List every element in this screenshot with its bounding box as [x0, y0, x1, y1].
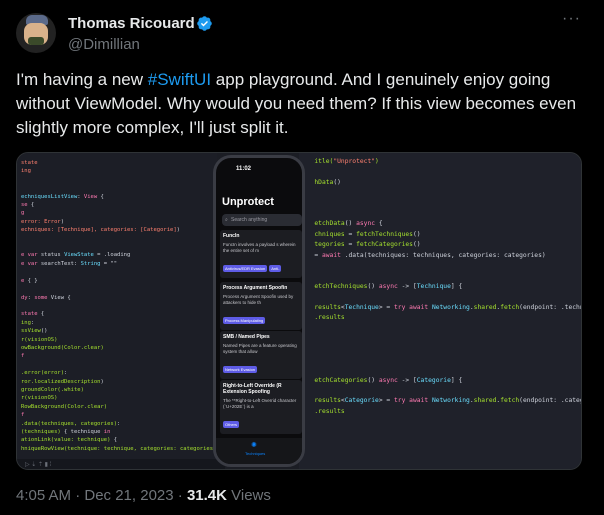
app-title: Unprotect [222, 196, 274, 208]
code-right: itle("Unprotect") hData() etchData() asy… [314, 158, 581, 415]
xcode-right-pane: itle("Unprotect") hData() etchData() asy… [299, 153, 581, 469]
list-item-desc: FuncIn involves a payload s wherein the … [223, 242, 296, 253]
avatar-badge [28, 37, 44, 45]
tweet-metadata: 4:05 AM · Dec 21, 2023 · 31.4K Views [16, 487, 271, 504]
list-item[interactable]: Process Argument Spoofin Process Argumen… [220, 282, 302, 330]
tweet-timestamp[interactable]: 4:05 AM · Dec 21, 2023 · [16, 487, 187, 504]
tweet-text: I'm having a new #SwiftUI app playground… [16, 68, 588, 140]
list-item-desc: Named Pipes are a feature operating syst… [223, 343, 297, 354]
tweet-text-before: I'm having a new [16, 70, 148, 89]
search-placeholder: Search anything [231, 217, 268, 223]
list-item-heading: SMB / Named Pipes [223, 334, 270, 340]
views-count: 31.4K [186, 487, 227, 504]
tag-chip[interactable]: Antivirus/EDR Evasion [223, 265, 268, 272]
search-field[interactable]: ⌕ Search anything [222, 214, 302, 226]
tag-chip[interactable]: Anti- [269, 265, 282, 272]
list-item[interactable]: SMB / Named Pipes Named Pipes are a feat… [220, 331, 302, 379]
code-left: state ing echniquesListView: View { se {… [21, 160, 217, 469]
author-handle[interactable]: @Dimillian [68, 36, 140, 53]
tweet-media-screenshot[interactable]: state ing echniquesListView: View { se {… [16, 152, 582, 470]
list-item-desc: The **Right-to-Left Overrid character (`… [223, 398, 297, 409]
list-item-desc: Process Argument Spoofin used by attacke… [223, 294, 294, 305]
debug-toolbar: ▷ ⇣ ⇡ ▮ ⁞ [17, 459, 225, 469]
list-item-heading: Process Argument Spoofin [223, 285, 288, 291]
list-item[interactable]: Right-to-Left Override (R Extension Spoo… [220, 380, 302, 434]
iphone-simulator: 11:02 Unprotect ⌕ Search anything FuncIn… [213, 155, 305, 467]
xcode-left-pane: state ing echniquesListView: View { se {… [17, 153, 225, 469]
tab-bar: ✺ Techniques [216, 438, 302, 464]
hashtag-link[interactable]: #SwiftUI [148, 70, 211, 89]
avatar[interactable] [16, 13, 56, 53]
tag-chip[interactable]: Network Evasion [223, 366, 258, 373]
techniques-tab-icon[interactable]: ✺ [251, 441, 257, 449]
list-item-heading: FuncIn [223, 233, 240, 239]
tag-chip[interactable]: Process Manipulating [223, 317, 266, 324]
list-item[interactable]: FuncIn FuncIn involves a payload s where… [220, 230, 302, 278]
views-label: Views [226, 487, 271, 504]
list-item-heading: Right-to-Left Override (R Extension Spoo… [223, 383, 282, 395]
search-icon: ⌕ [225, 217, 228, 223]
verified-badge-icon [197, 16, 212, 31]
author-name[interactable]: Thomas Ricouard [68, 15, 195, 32]
tag-chip[interactable]: Others [223, 421, 240, 428]
more-options-icon[interactable]: ··· [562, 10, 581, 28]
techniques-tab-label[interactable]: Techniques [245, 451, 265, 456]
status-bar-time: 11:02 [236, 166, 252, 172]
